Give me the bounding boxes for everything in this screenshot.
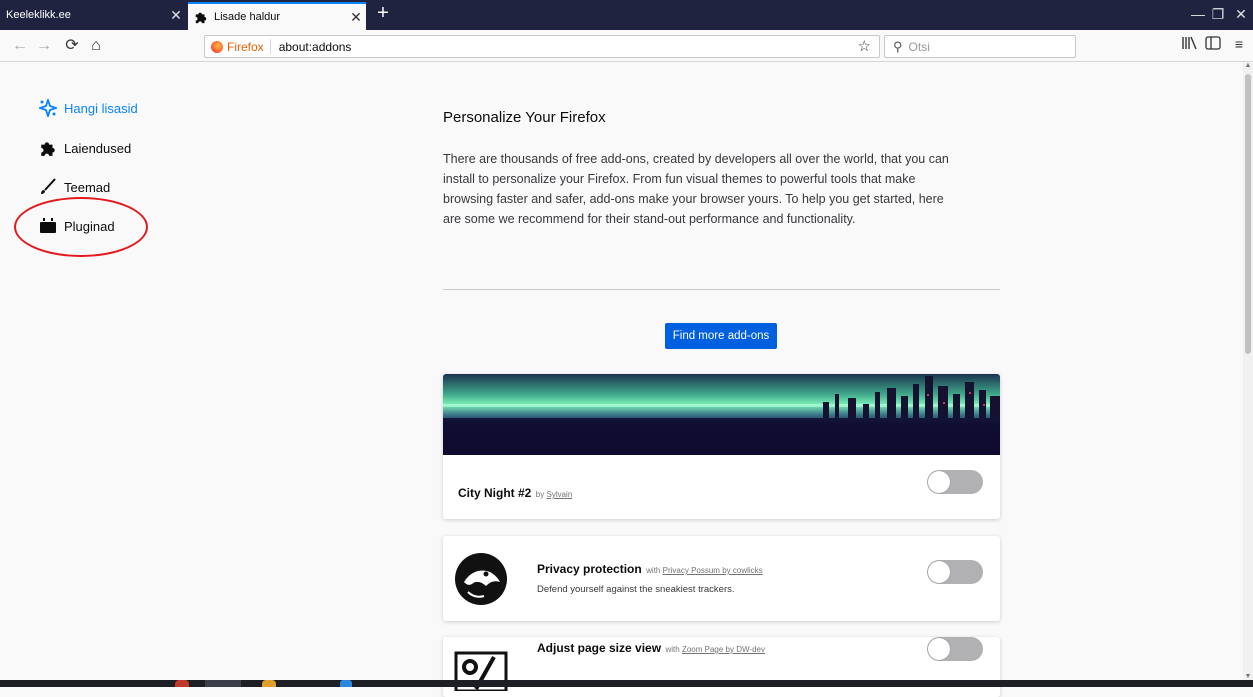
sidebar-toggle-icon[interactable]: [1203, 36, 1223, 53]
addon-card-extension: Privacy protection with Privacy Possum b…: [443, 536, 1000, 621]
addon-byline: with Zoom Page by DW-dev: [666, 645, 765, 654]
tab-title: Lisade haldur: [214, 11, 281, 23]
category-themes[interactable]: Teemad: [38, 178, 110, 196]
toggle-knob: [928, 561, 950, 583]
addon-name: Adjust page size view: [537, 641, 662, 655]
new-tab-button[interactable]: +: [372, 3, 394, 25]
byline-prefix: with: [665, 645, 680, 654]
identity-label: Firefox: [227, 39, 264, 54]
addon-info: City Night #2 by Sylvain: [458, 484, 572, 502]
library-icon[interactable]: [1180, 36, 1200, 53]
taskbar-app-icon[interactable]: [262, 680, 276, 687]
close-tab-icon[interactable]: ✕: [166, 7, 186, 24]
author-link[interactable]: Privacy Possum by cowlicks: [663, 566, 763, 575]
addon-name: City Night #2: [458, 486, 532, 500]
taskbar-app-icon[interactable]: [340, 680, 352, 687]
addon-card-theme: City Night #2 by Sylvain: [443, 374, 1000, 519]
category-label: Teemad: [64, 179, 111, 195]
url-text: about:addons: [278, 39, 352, 54]
taskbar-app-icon[interactable]: [205, 680, 241, 687]
bookmark-star-icon[interactable]: ☆: [858, 37, 871, 55]
navigation-toolbar: ← → ⟳ ⌂ Firefox about:addons ☆ ⚲ Otsi ≡: [0, 30, 1253, 62]
byline-prefix: with: [646, 566, 661, 575]
taskbar-app-icon[interactable]: [175, 680, 189, 687]
scroll-thumb[interactable]: [1245, 74, 1251, 354]
page-title: Personalize Your Firefox: [443, 109, 606, 126]
search-icon: ⚲: [893, 38, 903, 54]
addon-card-extension: Adjust page size view with Zoom Page by …: [443, 637, 1000, 697]
puzzle-icon: [38, 139, 58, 157]
addon-byline: by Sylvain: [536, 490, 572, 499]
addon-description: Defend yourself against the sneakiest tr…: [537, 584, 735, 595]
close-tab-icon[interactable]: ✕: [346, 9, 366, 26]
sparkle-icon: [38, 99, 58, 117]
divider: [443, 289, 1000, 290]
close-window-icon[interactable]: ✕: [1226, 6, 1253, 23]
addon-info: Adjust page size view with Zoom Page by …: [537, 639, 765, 657]
reload-icon[interactable]: ⟳: [62, 37, 82, 55]
scroll-up-icon[interactable]: ▲: [1243, 62, 1253, 69]
scroll-down-icon[interactable]: ▼: [1243, 673, 1253, 680]
url-bar[interactable]: Firefox about:addons ☆: [204, 35, 880, 58]
firefox-logo-icon: [211, 40, 223, 53]
home-icon[interactable]: ⌂: [86, 37, 106, 55]
tab-strip: Keeleklikk.ee ✕ Lisade haldur ✕ + — ❐ ✕: [0, 0, 1253, 30]
forward-icon[interactable]: →: [34, 37, 54, 55]
enable-toggle[interactable]: [927, 560, 983, 584]
possum-logo-icon: [455, 553, 507, 605]
search-placeholder: Otsi: [908, 39, 930, 54]
tab-keeleklikk[interactable]: Keeleklikk.ee ✕: [0, 4, 186, 26]
enable-toggle[interactable]: [927, 470, 983, 494]
toggle-knob: [928, 638, 950, 660]
enable-toggle[interactable]: [927, 637, 983, 661]
intro-text: There are thousands of free add-ons, cre…: [443, 152, 949, 226]
find-more-addons-button[interactable]: Find more add-ons: [665, 323, 777, 349]
page-scrollbar[interactable]: ▲ ▼: [1243, 62, 1253, 680]
category-get-addons[interactable]: Hangi lisasid: [38, 99, 138, 117]
byline-prefix: by: [535, 490, 545, 499]
brush-icon: [38, 178, 58, 196]
addon-byline: with Privacy Possum by cowlicks: [646, 566, 763, 575]
menu-icon[interactable]: ≡: [1229, 36, 1249, 52]
puzzle-icon: [194, 10, 208, 24]
author-link[interactable]: Zoom Page by DW-dev: [682, 645, 765, 654]
back-icon[interactable]: ←: [10, 37, 30, 55]
theme-preview-image: [443, 374, 1000, 455]
search-input[interactable]: ⚲ Otsi: [884, 35, 1076, 58]
toggle-knob: [928, 471, 950, 493]
os-taskbar: [0, 680, 1253, 687]
addon-name: Privacy protection: [537, 562, 642, 576]
identity-box[interactable]: Firefox: [205, 39, 271, 54]
author-link[interactable]: Sylvain: [546, 490, 572, 499]
category-label: Hangi lisasid: [64, 100, 138, 116]
tab-title: Keeleklikk.ee: [6, 9, 71, 21]
annotation-circle: [14, 197, 148, 257]
addon-info: Privacy protection with Privacy Possum b…: [537, 560, 763, 578]
category-extensions[interactable]: Laiendused: [38, 139, 131, 157]
tab-addons-manager[interactable]: Lisade haldur ✕: [188, 2, 366, 30]
category-label: Laiendused: [64, 140, 132, 156]
